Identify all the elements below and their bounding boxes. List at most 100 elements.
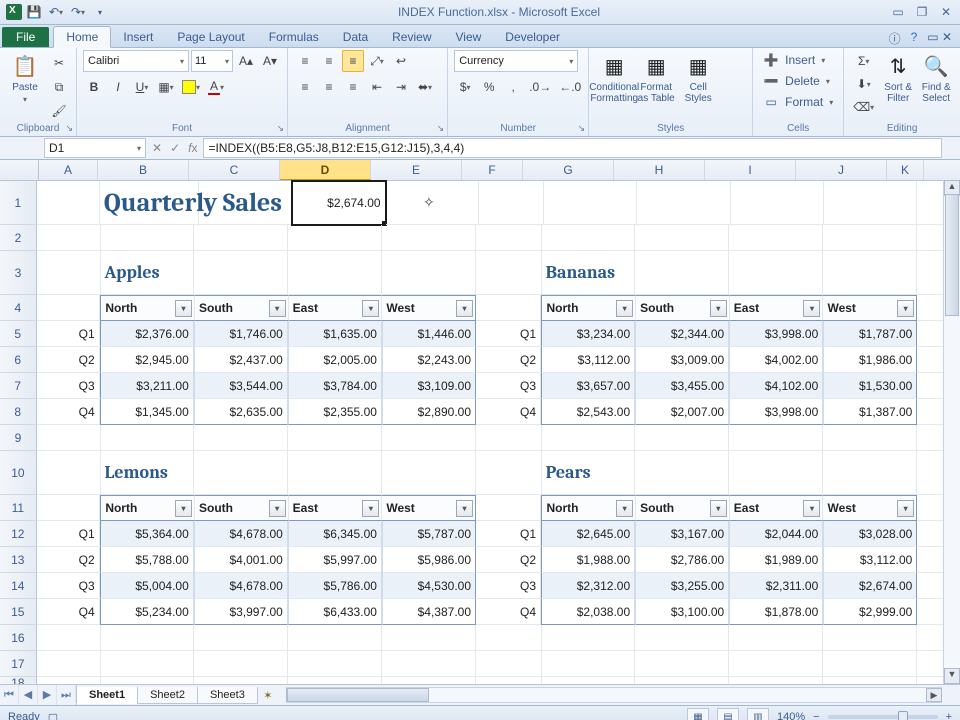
cell[interactable] bbox=[542, 651, 636, 677]
cell[interactable]: $3,009.00 bbox=[635, 347, 729, 373]
cell[interactable]: Quarterly Sales bbox=[100, 181, 199, 225]
cell[interactable]: Apples bbox=[101, 251, 195, 295]
cell[interactable]: $3,455.00 bbox=[635, 373, 729, 399]
cell[interactable] bbox=[635, 651, 729, 677]
cell[interactable] bbox=[542, 225, 636, 251]
cell[interactable]: Q3 bbox=[476, 373, 541, 399]
tab-developer[interactable]: Developer bbox=[493, 27, 572, 47]
cell[interactable] bbox=[382, 651, 476, 677]
filter-icon[interactable]: ▾ bbox=[616, 300, 633, 317]
fill-icon[interactable]: ⬇▾ bbox=[850, 73, 877, 95]
cell[interactable] bbox=[382, 677, 476, 684]
cell[interactable]: $1,345.00 bbox=[100, 399, 194, 425]
cell[interactable]: $2,007.00 bbox=[635, 399, 729, 425]
save-icon[interactable]: 💾 bbox=[26, 4, 42, 20]
row-head[interactable]: 2 bbox=[0, 225, 37, 251]
cell[interactable]: South▾ bbox=[636, 295, 730, 321]
tab-page-layout[interactable]: Page Layout bbox=[165, 27, 256, 47]
cell[interactable] bbox=[542, 625, 636, 651]
cell[interactable] bbox=[101, 225, 195, 251]
merge-center-button[interactable]: ⬌▾ bbox=[414, 76, 436, 98]
sheet-tab-sheet3[interactable]: Sheet3 bbox=[197, 687, 258, 704]
cell[interactable]: $5,787.00 bbox=[382, 521, 476, 547]
cell[interactable]: $6,345.00 bbox=[288, 521, 382, 547]
cell[interactable] bbox=[729, 225, 823, 251]
sheet-tab-sheet2[interactable]: Sheet2 bbox=[137, 687, 198, 704]
cell[interactable]: $4,102.00 bbox=[729, 373, 823, 399]
font-name-select[interactable]: Calibri▾ bbox=[83, 50, 189, 72]
cell[interactable] bbox=[382, 225, 476, 251]
cell[interactable]: $4,001.00 bbox=[194, 547, 288, 573]
cell[interactable] bbox=[635, 425, 729, 451]
clear-icon[interactable]: ⌫▾ bbox=[850, 96, 877, 118]
cut-icon[interactable]: ✂ bbox=[48, 52, 70, 74]
row-head[interactable]: 18 bbox=[0, 677, 37, 684]
cell[interactable]: Q4 bbox=[476, 599, 541, 625]
cell[interactable]: Q2 bbox=[476, 547, 541, 573]
zoom-level[interactable]: 140% bbox=[777, 711, 805, 720]
underline-button[interactable]: U▾ bbox=[131, 76, 153, 98]
cell[interactable] bbox=[37, 625, 101, 651]
cell[interactable]: $1,988.00 bbox=[541, 547, 635, 573]
cell[interactable]: $3,112.00 bbox=[541, 347, 635, 373]
cell[interactable] bbox=[823, 651, 917, 677]
redo-icon[interactable]: ↷▾ bbox=[70, 4, 86, 20]
increase-indent-icon[interactable]: ⇥ bbox=[390, 76, 412, 98]
zoom-in-icon[interactable]: + bbox=[946, 711, 952, 720]
cell[interactable]: $3,167.00 bbox=[635, 521, 729, 547]
cell[interactable] bbox=[476, 625, 542, 651]
cell[interactable]: $2,344.00 bbox=[635, 321, 729, 347]
cell[interactable]: $5,364.00 bbox=[100, 521, 194, 547]
cell[interactable]: $2,044.00 bbox=[729, 521, 823, 547]
filter-icon[interactable]: ▾ bbox=[456, 500, 473, 517]
cell[interactable] bbox=[37, 451, 101, 495]
row-head[interactable]: 15 bbox=[0, 599, 37, 625]
cell[interactable] bbox=[731, 181, 824, 225]
format-as-table-button[interactable]: ▦Format as Table bbox=[637, 50, 675, 118]
cell[interactable] bbox=[194, 625, 288, 651]
cell[interactable]: $4,678.00 bbox=[194, 521, 288, 547]
minimize-icon[interactable]: ▭ bbox=[890, 5, 906, 19]
border-button[interactable]: ▦▾ bbox=[155, 76, 177, 98]
row-head[interactable]: 5 bbox=[0, 321, 37, 347]
filter-icon[interactable]: ▾ bbox=[710, 300, 727, 317]
cell[interactable] bbox=[288, 677, 382, 684]
increase-decimal-icon[interactable]: .0→ bbox=[526, 76, 554, 98]
tab-view[interactable]: View bbox=[444, 27, 494, 47]
cell[interactable] bbox=[37, 225, 101, 251]
cell[interactable]: $6,433.00 bbox=[288, 599, 382, 625]
cell[interactable]: $5,786.00 bbox=[288, 573, 382, 599]
cell[interactable] bbox=[542, 677, 636, 684]
cell[interactable]: Q1 bbox=[476, 321, 541, 347]
row-head[interactable]: 10 bbox=[0, 451, 37, 495]
cell[interactable]: $2,311.00 bbox=[729, 573, 823, 599]
cell[interactable] bbox=[37, 651, 101, 677]
filter-icon[interactable]: ▾ bbox=[175, 500, 192, 517]
cell[interactable] bbox=[476, 295, 541, 321]
cell[interactable] bbox=[37, 181, 100, 225]
cell[interactable]: East▾ bbox=[289, 495, 383, 521]
font-size-select[interactable]: 11▾ bbox=[191, 50, 233, 72]
cell[interactable]: North▾ bbox=[541, 295, 636, 321]
cell[interactable]: $3,997.00 bbox=[194, 599, 288, 625]
row-head[interactable]: 6 bbox=[0, 347, 37, 373]
help-icon[interactable]: ? bbox=[911, 30, 918, 47]
cell[interactable]: $2,999.00 bbox=[823, 599, 917, 625]
cell[interactable]: $1,787.00 bbox=[823, 321, 917, 347]
col-head-b[interactable]: B bbox=[98, 160, 189, 180]
cell[interactable] bbox=[479, 181, 544, 225]
cell-styles-button[interactable]: ▦Cell Styles bbox=[679, 50, 717, 118]
cell[interactable] bbox=[199, 181, 292, 225]
cell[interactable] bbox=[729, 677, 823, 684]
vertical-scrollbar[interactable]: ▲ ▼ bbox=[943, 180, 960, 684]
align-left-icon[interactable]: ≡ bbox=[294, 76, 316, 98]
cell[interactable]: East▾ bbox=[289, 295, 383, 321]
cell[interactable]: $1,387.00 bbox=[823, 399, 917, 425]
sheet-tab-sheet1[interactable]: Sheet1 bbox=[76, 687, 138, 704]
align-right-icon[interactable]: ≡ bbox=[342, 76, 364, 98]
cell[interactable] bbox=[101, 425, 195, 451]
cell[interactable]: $2,005.00 bbox=[288, 347, 382, 373]
filter-icon[interactable]: ▾ bbox=[803, 500, 820, 517]
fill-color-button[interactable]: ▾ bbox=[179, 76, 203, 98]
wrap-text-button[interactable]: ↩ bbox=[390, 50, 412, 72]
